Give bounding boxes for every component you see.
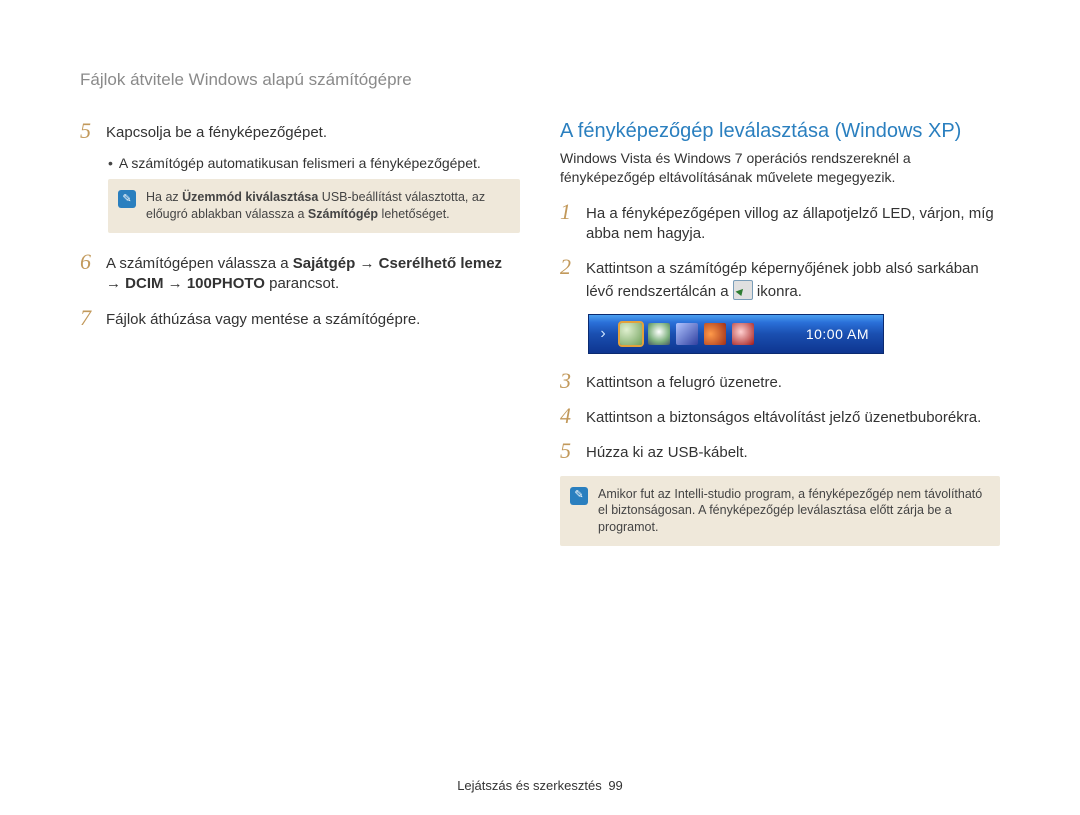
step-number: 3 (560, 370, 576, 392)
step-text: Kattintson a biztonságos eltávolítást je… (586, 405, 981, 428)
security-tray-icon (648, 323, 670, 345)
volume-tray-icon (704, 323, 726, 345)
sub-text: A számítógép automatikusan felismeri a f… (119, 155, 481, 171)
step-text: Fájlok áthúzása vagy mentése a számítógé… (106, 307, 420, 330)
step-text: Kattintson a felugró üzenetre. (586, 370, 782, 393)
step-text: Kapcsolja be a fényképezőgépet. (106, 120, 327, 143)
systray-clock: 10:00 AM (796, 326, 883, 342)
right-intro-text: Windows Vista és Windows 7 operációs ren… (560, 149, 1000, 187)
footer-section: Lejátszás és szerkesztés (457, 778, 602, 793)
right-step-3: 3 Kattintson a felugró üzenetre. (560, 370, 1000, 393)
left-step-5-sub: A számítógép automatikusan felismeri a f… (108, 155, 520, 171)
left-step-5: 5 Kapcsolja be a fényképezőgépet. (80, 120, 520, 143)
right-step-4: 4 Kattintson a biztonságos eltávolítást … (560, 405, 1000, 428)
step-number: 2 (560, 256, 576, 278)
step-number: 5 (560, 440, 576, 462)
right-note-box: ✎ Amikor fut az Intelli-studio program, … (560, 476, 1000, 547)
windows-xp-systray: › 10:00 AM (588, 314, 884, 354)
step-text: Húzza ki az USB-kábelt. (586, 440, 748, 463)
step-number: 6 (80, 251, 96, 273)
step-text: A számítógépen válassza a Sajátgép → Cse… (106, 251, 520, 295)
page-number: 99 (608, 778, 622, 793)
note-text: Ha az Üzemmód kiválasztása USB-beállítás… (146, 189, 508, 223)
right-section-heading: A fényképezőgép leválasztása (Windows XP… (560, 120, 1000, 143)
note-icon: ✎ (570, 487, 588, 505)
step-number: 7 (80, 307, 96, 329)
tray-expand-icon: › (589, 315, 617, 353)
step-number: 5 (80, 120, 96, 142)
step-number: 1 (560, 201, 576, 223)
page-footer: Lejátszás és szerkesztés 99 (0, 778, 1080, 793)
note-text: Amikor fut az Intelli-studio program, a … (598, 486, 988, 537)
systray-illustration: › 10:00 AM (588, 314, 1000, 354)
right-step-1: 1 Ha a fényképezőgépen villog az állapot… (560, 201, 1000, 245)
network-tray-icon (676, 323, 698, 345)
left-step-6: 6 A számítógépen válassza a Sajátgép → C… (80, 251, 520, 295)
left-note-box: ✎ Ha az Üzemmód kiválasztása USB-beállít… (108, 179, 520, 233)
right-column: A fényképezőgép leválasztása (Windows XP… (560, 120, 1000, 564)
right-step-2: 2 Kattintson a számítógép képernyőjének … (560, 256, 1000, 302)
note-icon: ✎ (118, 190, 136, 208)
step-number: 4 (560, 405, 576, 427)
breadcrumb: Fájlok átvitele Windows alapú számítógép… (80, 70, 1000, 90)
step-text: Kattintson a számítógép képernyőjének jo… (586, 256, 1000, 302)
device-tray-icon (732, 323, 754, 345)
safely-remove-hardware-tray-icon (620, 323, 642, 345)
left-column: 5 Kapcsolja be a fényképezőgépet. A szám… (80, 120, 520, 564)
left-step-7: 7 Fájlok áthúzása vagy mentése a számító… (80, 307, 520, 330)
step-text: Ha a fényképezőgépen villog az állapotje… (586, 201, 1000, 245)
right-step-5: 5 Húzza ki az USB-kábelt. (560, 440, 1000, 463)
safely-remove-icon (733, 280, 753, 300)
content-columns: 5 Kapcsolja be a fényképezőgépet. A szám… (80, 120, 1000, 564)
